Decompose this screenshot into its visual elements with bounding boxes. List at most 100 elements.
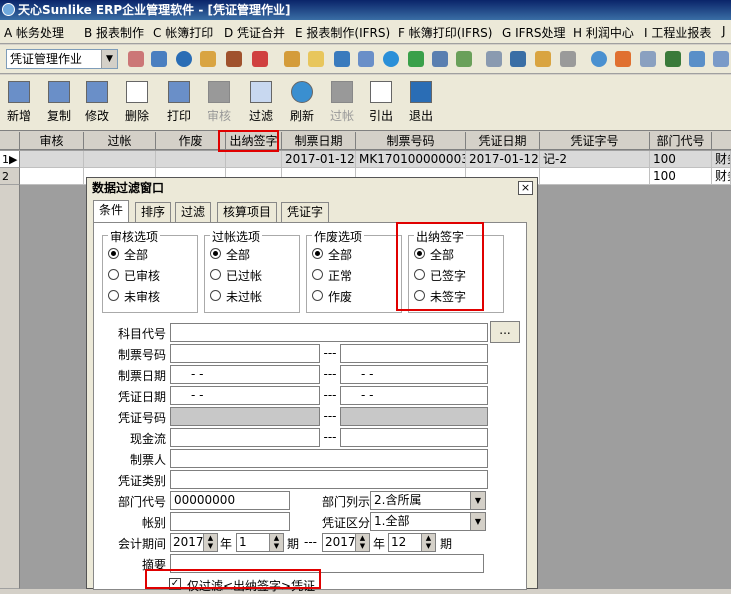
spin-arrows-icon[interactable]: ▲ ▼ bbox=[269, 534, 283, 551]
cash-flow-to[interactable] bbox=[340, 428, 488, 447]
post-button[interactable]: 过帐 bbox=[325, 77, 359, 129]
calc-icon[interactable] bbox=[510, 51, 526, 67]
col-voucher-no[interactable]: 制票号码 bbox=[356, 132, 466, 150]
cert-zone-select[interactable]: 1.全部 ▼ bbox=[370, 512, 486, 531]
module-select[interactable]: 凭证管理作业 ▼ bbox=[6, 49, 118, 69]
spin-arrows-icon[interactable]: ▲ ▼ bbox=[203, 534, 217, 551]
menu-report-ifrs[interactable]: E 报表制作(IFRS) bbox=[295, 24, 390, 41]
modify-button[interactable]: 修改 bbox=[80, 77, 114, 129]
document-icon[interactable] bbox=[486, 51, 502, 67]
period-from-spin[interactable]: 1 ▲ ▼ bbox=[236, 533, 284, 552]
cert-type-input[interactable] bbox=[170, 470, 488, 489]
add-button[interactable]: 新增 bbox=[2, 77, 36, 129]
year-to-spin[interactable]: 2017 ▲ ▼ bbox=[322, 533, 370, 552]
post-undone-radio[interactable]: 未过帐 bbox=[210, 288, 262, 305]
chevron-down-icon[interactable]: ▼ bbox=[470, 492, 485, 509]
copy-icon[interactable] bbox=[560, 51, 576, 67]
house-icon[interactable] bbox=[200, 51, 216, 67]
row-num-2[interactable]: 2 bbox=[0, 168, 20, 185]
menu-book-print[interactable]: C 帐簿打印 bbox=[153, 24, 213, 41]
chevron-down-icon[interactable]: ▼ bbox=[101, 50, 117, 68]
delete-button[interactable]: 删除 bbox=[120, 77, 154, 129]
void-all-radio[interactable]: 全部 bbox=[312, 246, 352, 263]
tab-accounting-items[interactable]: 核算项目 bbox=[217, 202, 278, 222]
tab-filter[interactable]: 过滤 bbox=[175, 202, 212, 222]
maker-input[interactable] bbox=[170, 449, 488, 468]
check-icon[interactable] bbox=[591, 51, 607, 67]
envelope-icon[interactable] bbox=[308, 51, 324, 67]
col-audit[interactable]: 审核 bbox=[20, 132, 84, 150]
voucher-no-from[interactable] bbox=[170, 344, 320, 363]
tab-voucher-type[interactable]: 凭证字 bbox=[281, 202, 330, 222]
chevron-down-icon[interactable]: ▼ bbox=[470, 513, 485, 530]
speaker-icon[interactable] bbox=[615, 51, 631, 67]
voucher-no-to[interactable] bbox=[340, 344, 488, 363]
briefcase-icon[interactable] bbox=[226, 51, 242, 67]
tool-icon-1[interactable] bbox=[128, 51, 144, 67]
spin-arrows-icon[interactable]: ▲ ▼ bbox=[421, 534, 435, 551]
col-cert-no[interactable]: 凭证字号 bbox=[540, 132, 650, 150]
tab-sort[interactable]: 排序 bbox=[135, 202, 172, 222]
menu-ifrs[interactable]: G IFRS处理 bbox=[502, 24, 566, 41]
col-voucher-date[interactable]: 制票日期 bbox=[282, 132, 356, 150]
cart-icon[interactable] bbox=[432, 51, 448, 67]
account-input[interactable] bbox=[170, 512, 290, 531]
monitor-icon[interactable] bbox=[151, 51, 167, 67]
menu-profit-center[interactable]: H 利润中心 bbox=[573, 24, 634, 41]
exit-button[interactable]: 退出 bbox=[404, 77, 438, 129]
filter-icon bbox=[250, 81, 272, 103]
period-to-spin[interactable]: 12 ▲ ▼ bbox=[388, 533, 436, 552]
close-icon[interactable]: × bbox=[518, 181, 533, 195]
globe-icon[interactable] bbox=[176, 51, 192, 67]
menu-book-print-ifrs[interactable]: F 帐簿打印(IFRS) bbox=[398, 24, 492, 41]
menu-voucher-merge[interactable]: D 凭证合并 bbox=[224, 24, 285, 41]
year-from-spin[interactable]: 2017 ▲ ▼ bbox=[170, 533, 218, 552]
folder-icon[interactable] bbox=[535, 51, 551, 67]
dollar-icon[interactable] bbox=[408, 51, 424, 67]
col-void[interactable]: 作废 bbox=[156, 132, 226, 150]
audit-all-radio[interactable]: 全部 bbox=[108, 246, 148, 263]
browse-button[interactable]: ... bbox=[490, 321, 520, 343]
hat-icon[interactable] bbox=[252, 51, 268, 67]
post-all-radio[interactable]: 全部 bbox=[210, 246, 250, 263]
voucher-date-to[interactable]: - - bbox=[340, 365, 488, 384]
spin-arrows-icon[interactable]: ▲ ▼ bbox=[355, 534, 369, 551]
table-row[interactable]: 2017-01-12 MK170100000003 2017-01-12 记-2… bbox=[20, 151, 731, 168]
tab-conditions[interactable]: 条件 bbox=[93, 200, 130, 223]
col-post[interactable]: 过帐 bbox=[84, 132, 156, 150]
search-doc-icon[interactable] bbox=[640, 51, 656, 67]
post-done-radio[interactable]: 已过帐 bbox=[210, 267, 262, 284]
dept-list-select[interactable]: 2.含所属 ▼ bbox=[370, 491, 486, 510]
cert-date-from[interactable]: - - bbox=[170, 386, 320, 405]
help-icon[interactable] bbox=[383, 51, 399, 67]
book-icon[interactable] bbox=[334, 51, 350, 67]
menu-accounting[interactable]: A 帐务处理 bbox=[4, 24, 64, 41]
globe2-icon[interactable] bbox=[713, 51, 729, 67]
users-icon[interactable] bbox=[284, 51, 300, 67]
menu-engineering-report[interactable]: I 工程业报表 bbox=[644, 24, 711, 41]
menu-report[interactable]: B 报表制作 bbox=[84, 24, 144, 41]
cert-date-to[interactable]: - - bbox=[340, 386, 488, 405]
cash-flow-from[interactable] bbox=[170, 428, 320, 447]
dept-code-input[interactable]: 00000000 bbox=[170, 491, 290, 510]
menu-more[interactable]: J bbox=[722, 24, 726, 38]
void-normal-radio[interactable]: 正常 bbox=[312, 267, 352, 284]
voucher-date-from[interactable]: - - bbox=[170, 365, 320, 384]
print-button[interactable]: 打印 bbox=[162, 77, 196, 129]
refresh-button[interactable]: 刷新 bbox=[285, 77, 319, 129]
network-icon[interactable] bbox=[689, 51, 705, 67]
export-button[interactable]: 引出 bbox=[364, 77, 398, 129]
money-icon[interactable] bbox=[456, 51, 472, 67]
audit-done-radio[interactable]: 已审核 bbox=[108, 267, 160, 284]
arrow-icon[interactable] bbox=[358, 51, 374, 67]
subject-code-input[interactable] bbox=[170, 323, 488, 342]
col-cert-date[interactable]: 凭证日期 bbox=[466, 132, 540, 150]
row-num-1[interactable]: 1▶ bbox=[0, 151, 20, 168]
tree-icon[interactable] bbox=[665, 51, 681, 67]
col-dept-code[interactable]: 部门代号 bbox=[650, 132, 712, 150]
copy-button[interactable]: 复制 bbox=[42, 77, 76, 129]
filter-button[interactable]: 过滤 bbox=[244, 77, 278, 129]
audit-undone-radio[interactable]: 未审核 bbox=[108, 288, 160, 305]
void-void-radio[interactable]: 作废 bbox=[312, 288, 352, 305]
audit-button[interactable]: 审核 bbox=[202, 77, 236, 129]
